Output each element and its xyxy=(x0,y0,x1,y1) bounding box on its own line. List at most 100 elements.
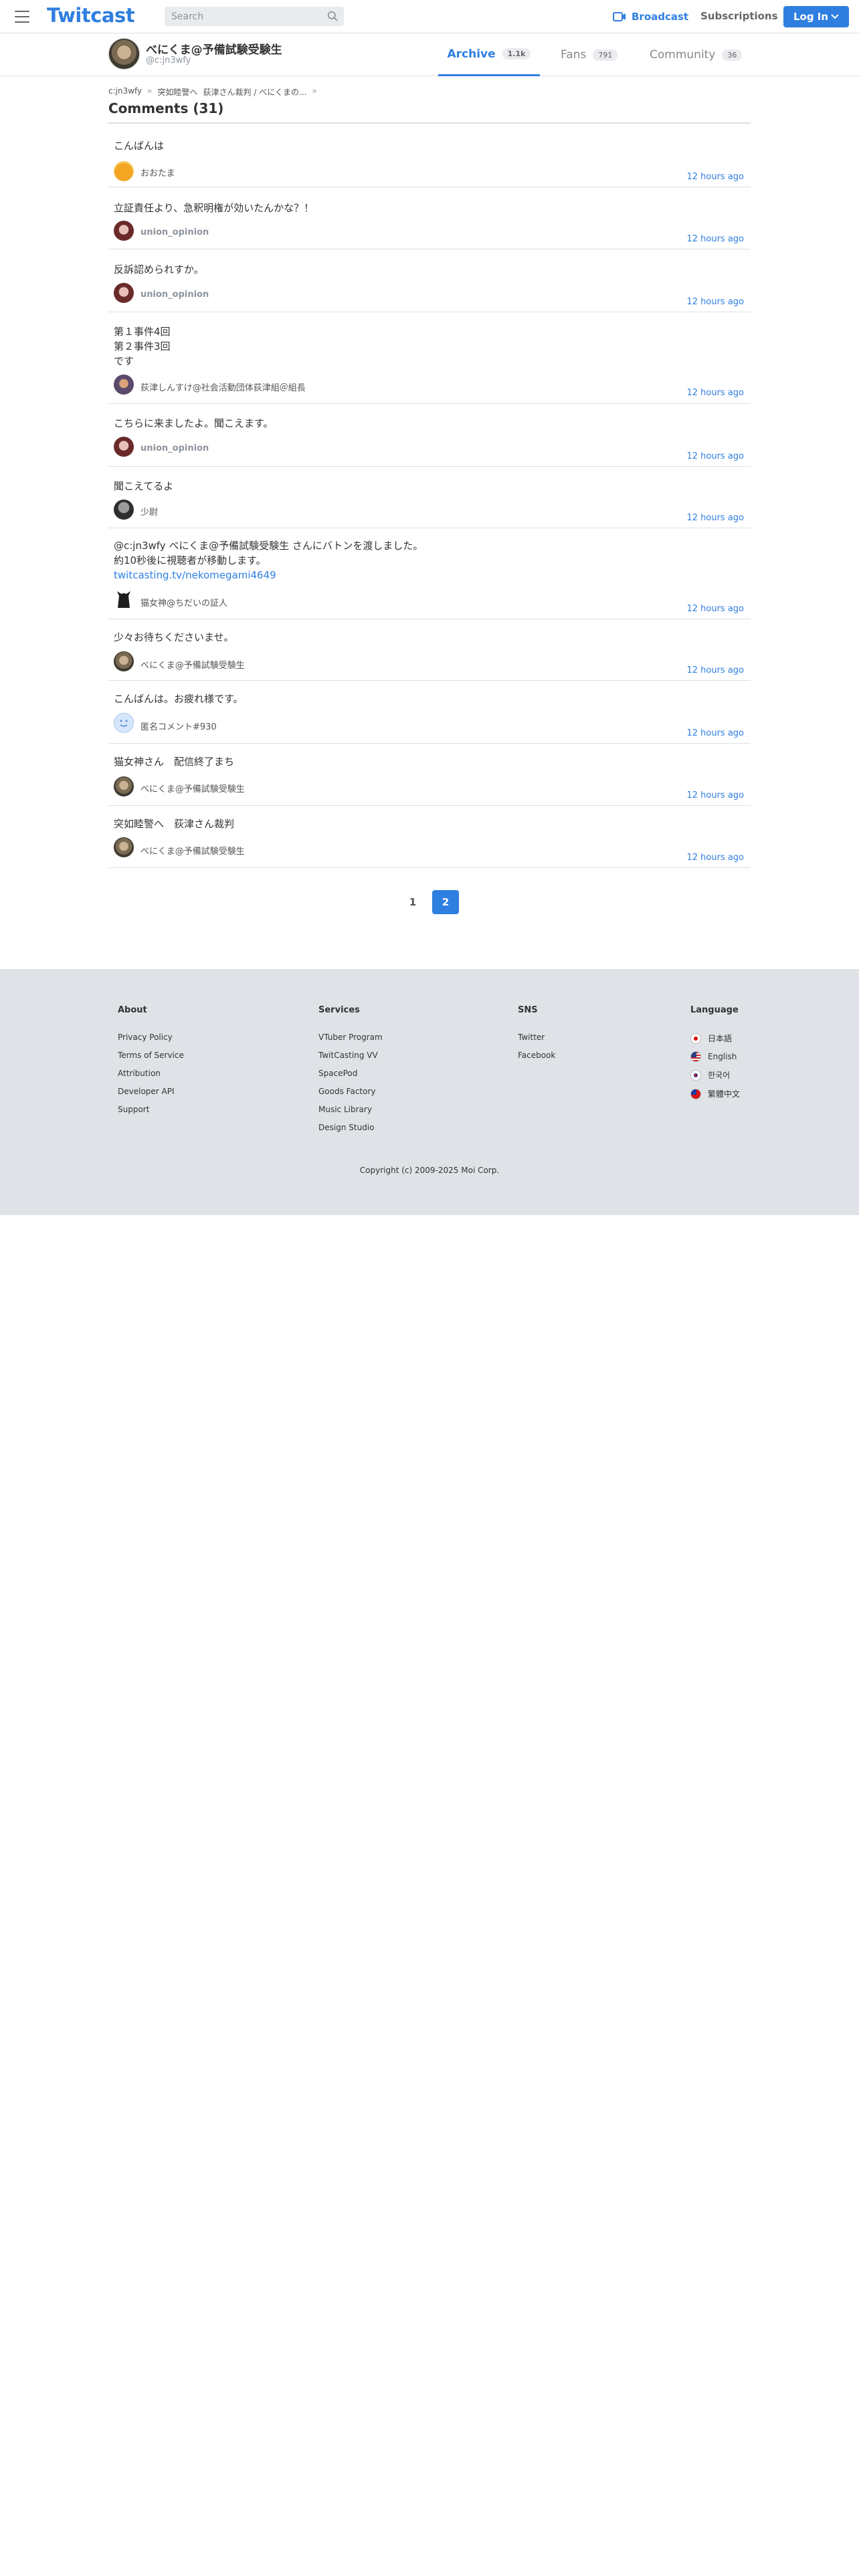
footer-link[interactable]: Music Library xyxy=(318,1105,383,1114)
user-avatar[interactable] xyxy=(114,283,134,303)
login-button[interactable]: Log In xyxy=(783,6,849,27)
footer-link[interactable]: Terms of Service xyxy=(118,1051,184,1060)
language-option[interactable]: 日本語 xyxy=(690,1033,740,1044)
cat-icon xyxy=(117,591,130,608)
profile-avatar[interactable] xyxy=(108,38,140,70)
comment-time[interactable]: 12 hours ago xyxy=(686,234,744,244)
page-button-1[interactable]: 1 xyxy=(399,890,426,914)
footer-link[interactable]: Privacy Policy xyxy=(118,1033,184,1042)
footer-link[interactable]: SpacePod xyxy=(318,1069,383,1078)
footer-link[interactable]: Support xyxy=(118,1105,184,1114)
search-icon[interactable] xyxy=(327,11,339,22)
comment-user[interactable]: べにくま@予備試験受験生 xyxy=(140,844,245,857)
breadcrumb: c:jn3wfy » 突如睦警へ 荻津さん裁判 / べにくまの... » xyxy=(108,86,317,98)
comment-time[interactable]: 12 hours ago xyxy=(686,665,744,675)
comment-item: 反訴認められすか。 union_opinion 12 hours ago xyxy=(108,249,751,312)
menu-icon[interactable] xyxy=(15,11,29,23)
comment-text: 少々お待ちくださいませ。 xyxy=(114,631,234,643)
comment-time[interactable]: 12 hours ago xyxy=(686,853,744,863)
comment-item: @c:jn3wfy べにくま@予備試験受験生 さんにバトンを渡しました。 約10… xyxy=(108,528,751,619)
comment-text: 聞こえてるよ xyxy=(114,480,174,492)
footer-link[interactable]: Design Studio xyxy=(318,1123,383,1132)
profile-bar: べにくま@予備試験受験生 @c:jn3wfy Archive 1.1k Fans… xyxy=(0,33,859,76)
tab-archive-label: Archive xyxy=(447,47,496,61)
comment-time[interactable]: 12 hours ago xyxy=(686,388,744,398)
comment-time[interactable]: 12 hours ago xyxy=(686,451,744,461)
user-avatar[interactable] xyxy=(114,713,134,733)
footer-link[interactable]: Developer API xyxy=(118,1087,184,1096)
footer-link[interactable]: Twitter xyxy=(518,1033,555,1042)
breadcrumb-item[interactable]: c:jn3wfy xyxy=(108,86,142,98)
page-title: Comments (31) xyxy=(108,100,224,116)
page-button-2-current[interactable]: 2 xyxy=(432,890,459,914)
language-option[interactable]: English xyxy=(690,1051,740,1062)
comment-text: @c:jn3wfy べにくま@予備試験受験生 さんにバトンを渡しました。 約10… xyxy=(114,538,423,582)
user-avatar[interactable] xyxy=(114,221,134,241)
footer-link[interactable]: Facebook xyxy=(518,1051,555,1060)
comment-user[interactable]: おおたま xyxy=(140,166,175,179)
chevron-down-icon xyxy=(831,14,839,19)
language-option[interactable]: 繁體中文 xyxy=(690,1088,740,1099)
tab-community[interactable]: Community 36 xyxy=(650,33,743,76)
user-avatar[interactable] xyxy=(114,374,134,395)
user-avatar[interactable] xyxy=(114,161,134,181)
search-input[interactable] xyxy=(165,7,318,26)
breadcrumb-item[interactable]: 荻津さん裁判 / べにくまの... xyxy=(203,86,307,98)
footer-link[interactable]: Goods Factory xyxy=(318,1087,383,1096)
korea-flag-icon xyxy=(690,1069,701,1081)
footer-link[interactable]: Attribution xyxy=(118,1069,184,1078)
comment-link[interactable]: twitcasting.tv/nekomegami4649 xyxy=(114,569,276,581)
comment-text: こんばんは xyxy=(114,140,165,152)
comment-time[interactable]: 12 hours ago xyxy=(686,172,744,182)
profile-name[interactable]: べにくま@予備試験受験生 xyxy=(146,40,282,57)
comment-time[interactable]: 12 hours ago xyxy=(686,604,744,614)
breadcrumb-item[interactable]: 突如睦警へ xyxy=(158,86,198,98)
broadcast-label: Broadcast xyxy=(632,11,689,23)
comment-item: 立証責任より、急釈明権が効いたんかな？！ union_opinion 12 ho… xyxy=(108,187,751,249)
comment-text: こんばんは。お疲れ様です。 xyxy=(114,693,244,705)
user-avatar[interactable] xyxy=(114,776,134,796)
subscriptions-link[interactable]: Subscriptions xyxy=(700,10,778,22)
tab-community-label: Community xyxy=(650,48,716,62)
comment-user[interactable]: 少尉 xyxy=(140,505,158,518)
comment-time[interactable]: 12 hours ago xyxy=(686,513,744,523)
comment-item: こんばんは おおたま 12 hours ago xyxy=(108,125,751,187)
language-label: 한국어 xyxy=(708,1071,731,1080)
twitcast-logo[interactable]: Twitcast xyxy=(47,4,135,27)
user-avatar[interactable] xyxy=(114,500,134,520)
comment-user[interactable]: 匿名コメント#930 xyxy=(140,720,217,732)
comment-text: 猫女神さん 配信終了まち xyxy=(114,756,235,768)
copyright: Copyright (c) 2009-2025 Moi Corp. xyxy=(359,1166,500,1175)
user-avatar[interactable] xyxy=(114,651,134,671)
comment-user[interactable]: union_opinion xyxy=(140,227,209,237)
user-avatar[interactable] xyxy=(114,589,134,609)
user-avatar[interactable] xyxy=(114,837,134,857)
footer-heading: SNS xyxy=(518,1005,538,1015)
user-avatar[interactable] xyxy=(114,437,134,457)
us-flag-icon xyxy=(690,1051,701,1062)
broadcast-button[interactable]: Broadcast xyxy=(613,9,688,24)
comment-time[interactable]: 12 hours ago xyxy=(686,297,744,307)
comment-text: 突如睦警へ 荻津さん裁判 xyxy=(114,818,235,830)
comment-time[interactable]: 12 hours ago xyxy=(686,790,744,800)
anonymous-face-icon xyxy=(120,720,128,727)
comment-user[interactable]: べにくま@予備試験受験生 xyxy=(140,782,245,794)
language-label: English xyxy=(708,1052,737,1061)
comment-user[interactable]: union_opinion xyxy=(140,290,209,300)
comment-user[interactable]: 荻津しんすけ@社会活動団体荻津組＠組長 xyxy=(140,381,306,393)
comment-user[interactable]: union_opinion xyxy=(140,443,209,453)
tab-archive[interactable]: Archive 1.1k xyxy=(438,33,540,76)
comment-time[interactable]: 12 hours ago xyxy=(686,728,744,738)
breadcrumb-separator: » xyxy=(312,86,317,96)
tab-fans[interactable]: Fans 791 xyxy=(561,33,618,76)
tab-community-count: 36 xyxy=(722,49,743,61)
language-option[interactable]: 한국어 xyxy=(690,1069,740,1081)
comment-item: こんばんは。お疲れ様です。 匿名コメント#930 12 hours ago xyxy=(108,681,751,744)
comment-user[interactable]: べにくま@予備試験受験生 xyxy=(140,658,245,671)
tab-archive-count: 1.1k xyxy=(502,48,531,60)
footer-link[interactable]: TwitCasting VV xyxy=(318,1051,383,1060)
footer-link[interactable]: VTuber Program xyxy=(318,1033,383,1042)
footer-about: About Privacy Policy Terms of Service At… xyxy=(118,1005,184,1123)
comment-user[interactable]: 猫女神@ちだいの証人 xyxy=(140,596,227,609)
footer-heading: Language xyxy=(690,1005,739,1015)
